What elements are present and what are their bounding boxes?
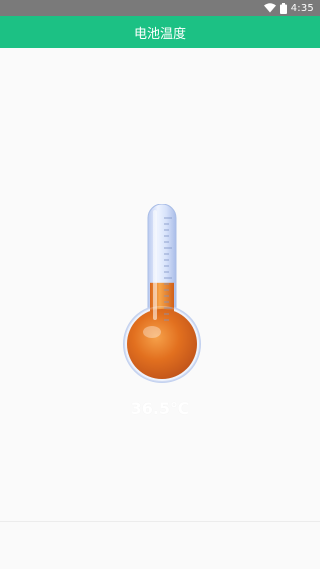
bottom-bar: [0, 521, 320, 569]
page-title: 电池温度: [133, 26, 186, 42]
main-content: 36.5℃: [0, 48, 320, 521]
battery-icon: [279, 2, 287, 14]
temperature-reading: 36.5℃: [130, 399, 190, 418]
wifi-icon: [263, 3, 276, 13]
status-bar: 4:35: [0, 0, 320, 16]
app-bar: 电池温度: [0, 16, 320, 48]
status-time: 4:35: [290, 2, 314, 14]
